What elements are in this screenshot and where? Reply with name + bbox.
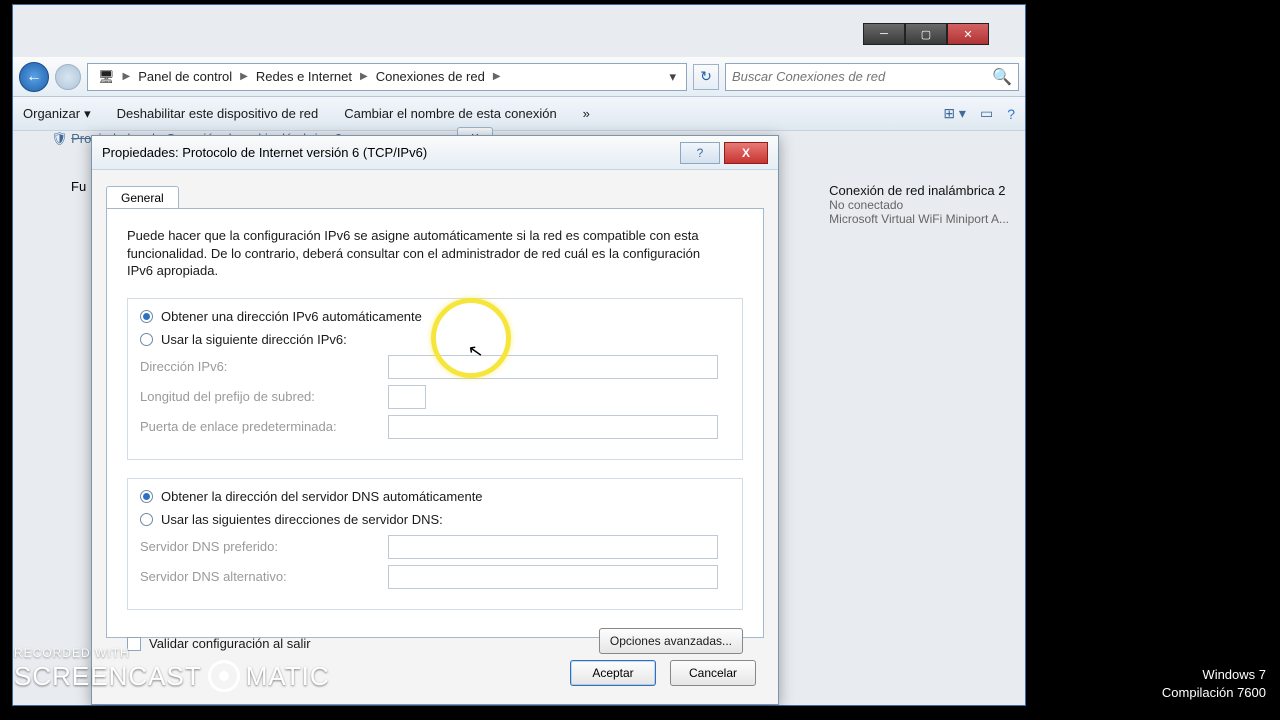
parent-tab-label: Fu (71, 179, 86, 194)
gateway-input[interactable] (388, 415, 718, 439)
prefix-length-input[interactable] (388, 385, 426, 409)
cancel-button[interactable]: Cancelar (670, 660, 756, 686)
forward-button[interactable] (55, 64, 81, 90)
breadcrumb-segment[interactable]: Conexiones de red (370, 69, 491, 84)
connection-name: Conexión de red inalámbrica 2 (829, 183, 1009, 198)
breadcrumb-dropdown[interactable]: ▾ (663, 69, 682, 85)
dns-alternate-label: Servidor DNS alternativo: (140, 569, 388, 584)
connection-list-item[interactable]: Conexión de red inalámbrica 2 No conecta… (829, 183, 1009, 226)
organize-menu[interactable]: Organizar ▾ (23, 106, 91, 122)
dialog-panel: Puede hacer que la configuración IPv6 se… (106, 208, 764, 638)
ipv6-properties-dialog: Propiedades: Protocolo de Internet versi… (91, 135, 779, 705)
accept-button[interactable]: Aceptar (570, 660, 656, 686)
dialog-title: Propiedades: Protocolo de Internet versi… (102, 145, 680, 160)
dns-alternate-input[interactable] (388, 565, 718, 589)
dns-preferred-label: Servidor DNS preferido: (140, 539, 388, 554)
toolbar-overflow[interactable]: » (583, 106, 590, 121)
window-controls: ─ ▢ ✕ (863, 23, 989, 45)
rename-connection-button[interactable]: Cambiar el nombre de esta conexión (344, 106, 556, 121)
dns-group: Obtener la dirección del servidor DNS au… (127, 478, 743, 610)
chevron-right-icon: ▶ (238, 71, 250, 82)
radio-manual-dns[interactable]: Usar las siguientes direcciones de servi… (140, 512, 730, 527)
chevron-right-icon: ▶ (491, 71, 503, 82)
help-icon[interactable]: ? (1007, 106, 1015, 122)
explorer-window: ─ ▢ ✕ ← 🖥 ▶ Panel de control ▶ Redes e I… (12, 4, 1026, 706)
dialog-description: Puede hacer que la configuración IPv6 se… (127, 227, 727, 280)
advanced-options-button[interactable]: Opciones avanzadas... (599, 628, 743, 654)
dns-preferred-input[interactable] (388, 535, 718, 559)
chevron-right-icon: ▶ (121, 71, 133, 82)
ipv6-address-label: Dirección IPv6: (140, 359, 388, 374)
radio-auto-ip[interactable]: Obtener una dirección IPv6 automáticamen… (140, 309, 730, 324)
radio-icon (140, 310, 153, 323)
validate-checkbox-row[interactable]: Validar configuración al salir (127, 636, 311, 651)
radio-icon (140, 513, 153, 526)
dialog-close-button[interactable]: X (724, 142, 768, 164)
toolbar: Organizar ▾ Deshabilitar este dispositiv… (13, 97, 1025, 131)
dialog-titlebar: Propiedades: Protocolo de Internet versi… (92, 136, 778, 170)
view-options-icon[interactable]: ⊞ ▾ (943, 105, 966, 122)
dialog-tabs: General (106, 186, 179, 209)
checkbox-icon (127, 637, 141, 651)
disable-device-button[interactable]: Deshabilitar este dispositivo de red (117, 106, 319, 121)
windows-build-info: Windows 7 Compilación 7600 (1162, 666, 1266, 702)
radio-icon (140, 333, 153, 346)
back-button[interactable]: ← (19, 62, 49, 92)
search-icon[interactable]: 🔍 (992, 67, 1012, 87)
close-button[interactable]: ✕ (947, 23, 989, 45)
refresh-button[interactable]: ↻ (693, 64, 719, 90)
preview-pane-icon[interactable]: ▭ (980, 105, 993, 122)
radio-icon (140, 490, 153, 503)
connection-status: No conectado (829, 198, 1009, 212)
radio-auto-dns[interactable]: Obtener la dirección del servidor DNS au… (140, 489, 730, 504)
chevron-right-icon: ▶ (358, 71, 370, 82)
gateway-label: Puerta de enlace predeterminada: (140, 419, 388, 434)
dialog-buttons: Aceptar Cancelar (570, 660, 756, 686)
dialog-help-button[interactable]: ? (680, 142, 720, 164)
search-box[interactable]: 🔍 (725, 63, 1019, 91)
search-input[interactable] (732, 69, 992, 84)
breadcrumb-segment[interactable]: Panel de control (132, 69, 238, 84)
prefix-length-label: Longitud del prefijo de subred: (140, 389, 388, 404)
maximize-button[interactable]: ▢ (905, 23, 947, 45)
breadcrumb[interactable]: 🖥 ▶ Panel de control ▶ Redes e Internet … (87, 63, 687, 91)
minimize-button[interactable]: ─ (863, 23, 905, 45)
radio-manual-ip[interactable]: Usar la siguiente dirección IPv6: (140, 332, 730, 347)
breadcrumb-icon: 🖥 (92, 69, 121, 85)
tab-general[interactable]: General (106, 186, 179, 209)
connection-device: Microsoft Virtual WiFi Miniport A... (829, 212, 1009, 226)
ip-address-group: Obtener una dirección IPv6 automáticamen… (127, 298, 743, 460)
address-bar: ← 🖥 ▶ Panel de control ▶ Redes e Interne… (13, 57, 1025, 97)
breadcrumb-segment[interactable]: Redes e Internet (250, 69, 358, 84)
ipv6-address-input[interactable] (388, 355, 718, 379)
